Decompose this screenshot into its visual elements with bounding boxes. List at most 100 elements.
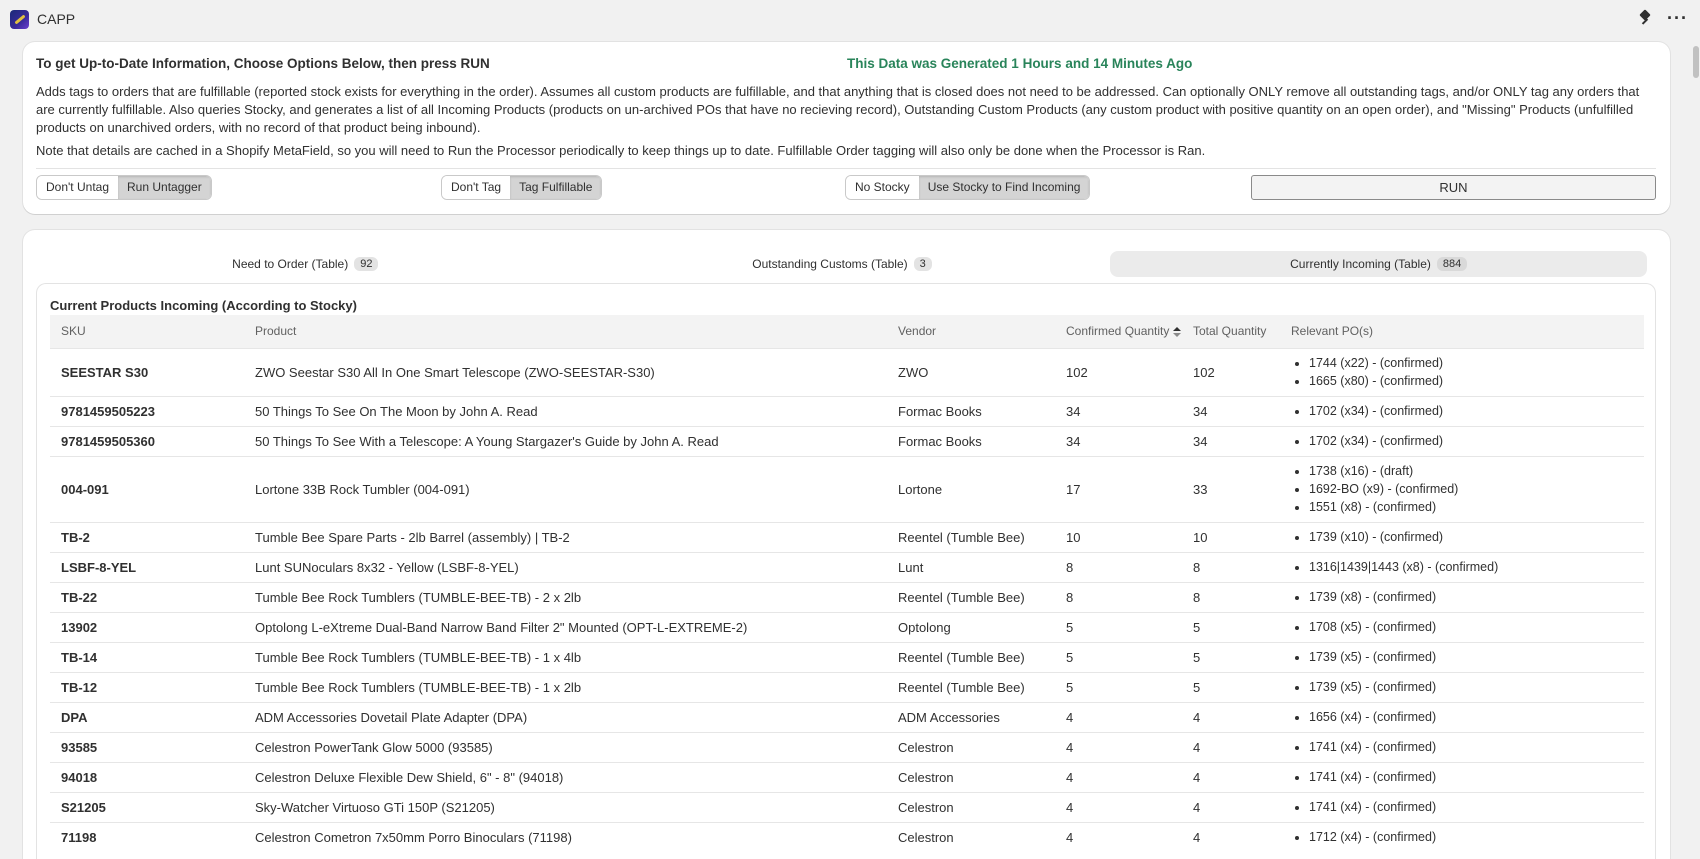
column-header-sku[interactable]: SKU <box>50 315 244 348</box>
tab-label: Currently Incoming (Table) <box>1290 257 1431 271</box>
cell-product: Tumble Bee Spare Parts - 2lb Barrel (ass… <box>244 521 887 552</box>
run-untagger-button[interactable]: Run Untagger <box>118 176 211 199</box>
po-list-item: 1665 (x80) - (confirmed) <box>1309 372 1644 390</box>
po-list: 1656 (x4) - (confirmed) <box>1291 708 1644 726</box>
cell-relevant-pos: 1741 (x4) - (confirmed) <box>1280 761 1644 792</box>
cell-sku: TB-2 <box>50 521 244 552</box>
cell-vendor: Lunt <box>887 551 1055 582</box>
tab-count-badge: 3 <box>913 257 932 271</box>
cell-sku: LSBF-8-YEL <box>50 551 244 582</box>
tab-label: Need to Order (Table) <box>232 257 349 271</box>
incoming-products-table: SKU Product Vendor Confirmed Quantity To… <box>50 315 1644 852</box>
sort-icon[interactable] <box>1173 326 1182 338</box>
column-header-relevant-pos[interactable]: Relevant PO(s) <box>1280 315 1644 348</box>
po-list: 1739 (x5) - (confirmed) <box>1291 678 1644 696</box>
cell-sku: TB-12 <box>50 671 244 702</box>
po-list-item: 1712 (x4) - (confirmed) <box>1309 828 1644 846</box>
cell-total-quantity: 4 <box>1182 821 1280 852</box>
cell-total-quantity: 34 <box>1182 425 1280 456</box>
po-list: 1712 (x4) - (confirmed) <box>1291 828 1644 846</box>
cell-confirmed-quantity: 5 <box>1055 611 1182 642</box>
po-list: 1739 (x5) - (confirmed) <box>1291 648 1644 666</box>
column-header-product[interactable]: Product <box>244 315 887 348</box>
options-card: To get Up-to-Date Information, Choose Op… <box>23 42 1670 214</box>
cell-relevant-pos: 1739 (x8) - (confirmed) <box>1280 581 1644 612</box>
po-list: 1741 (x4) - (confirmed) <box>1291 768 1644 786</box>
scrollbar-thumb[interactable] <box>1693 46 1699 78</box>
table-header-row: SKU Product Vendor Confirmed Quantity To… <box>50 315 1644 348</box>
cell-total-quantity: 5 <box>1182 671 1280 702</box>
table-row: LSBF-8-YEL Lunt SUNoculars 8x32 - Yellow … <box>50 551 1644 582</box>
cell-sku: S21205 <box>50 791 244 822</box>
cell-vendor: Lortone <box>887 455 1055 522</box>
cell-sku: TB-14 <box>50 641 244 672</box>
po-list: 1741 (x4) - (confirmed) <box>1291 798 1644 816</box>
table-row: SEESTAR S30 ZWO Seestar S30 All In One Sm… <box>50 347 1644 396</box>
cell-product: Celestron Deluxe Flexible Dew Shield, 6"… <box>244 761 887 792</box>
cell-relevant-pos: 1741 (x4) - (confirmed) <box>1280 731 1644 762</box>
po-list: 1708 (x5) - (confirmed) <box>1291 618 1644 636</box>
table-row: 9781459505360 50 Things To See With a Tel… <box>50 425 1644 456</box>
column-header-vendor[interactable]: Vendor <box>887 315 1055 348</box>
cell-product: Celestron PowerTank Glow 5000 (93585) <box>244 731 887 762</box>
cell-product: 50 Things To See With a Telescope: A You… <box>244 425 887 456</box>
page-scrollbar[interactable] <box>1690 38 1700 859</box>
cell-total-quantity: 5 <box>1182 641 1280 672</box>
tag-toggle-group: Don't Tag Tag Fulfillable <box>441 175 603 200</box>
no-stocky-button[interactable]: No Stocky <box>846 176 919 199</box>
app-logo-icon <box>10 9 29 29</box>
cell-product: Tumble Bee Rock Tumblers (TUMBLE-BEE-TB)… <box>244 641 887 672</box>
table-row: 71198 Celestron Cometron 7x50mm Porro Bin… <box>50 821 1644 852</box>
tab-count-badge: 884 <box>1436 257 1468 271</box>
app-title: CAPP <box>37 11 76 27</box>
options-description: Adds tags to orders that are fulfillable… <box>36 84 1640 135</box>
column-header-confirmed-quantity[interactable]: Confirmed Quantity <box>1055 315 1182 348</box>
more-actions-icon[interactable]: ··· <box>1667 9 1688 27</box>
pin-icon[interactable] <box>1637 9 1653 27</box>
cell-confirmed-quantity: 4 <box>1055 731 1182 762</box>
po-list-item: 1739 (x8) - (confirmed) <box>1309 588 1644 606</box>
cell-relevant-pos: 1739 (x5) - (confirmed) <box>1280 641 1644 672</box>
cell-product: ADM Accessories Dovetail Plate Adapter (… <box>244 701 887 732</box>
table-title: Current Products Incoming (According to … <box>50 298 357 313</box>
cell-total-quantity: 4 <box>1182 731 1280 762</box>
cell-relevant-pos: 1739 (x5) - (confirmed) <box>1280 671 1644 702</box>
po-list-item: 1692-BO (x9) - (confirmed) <box>1309 480 1644 498</box>
tag-fulfillable-button[interactable]: Tag Fulfillable <box>510 176 602 199</box>
tables-card: Need to Order (Table) 92 Outstanding Cus… <box>23 230 1670 859</box>
po-list-item: 1741 (x4) - (confirmed) <box>1309 738 1644 756</box>
cell-product: 50 Things To See On The Moon by John A. … <box>244 395 887 426</box>
cell-total-quantity: 4 <box>1182 761 1280 792</box>
cell-confirmed-quantity: 8 <box>1055 551 1182 582</box>
cell-confirmed-quantity: 4 <box>1055 821 1182 852</box>
po-list: 1738 (x16) - (draft)1692-BO (x9) - (conf… <box>1291 462 1644 516</box>
cell-confirmed-quantity: 4 <box>1055 761 1182 792</box>
cell-relevant-pos: 1702 (x34) - (confirmed) <box>1280 425 1644 456</box>
tab-count-badge: 92 <box>354 257 379 271</box>
cell-relevant-pos: 1708 (x5) - (confirmed) <box>1280 611 1644 642</box>
cell-product: ZWO Seestar S30 All In One Smart Telesco… <box>244 347 887 396</box>
incoming-table-panel: Current Products Incoming (According to … <box>36 283 1656 859</box>
use-stocky-button[interactable]: Use Stocky to Find Incoming <box>918 176 1090 199</box>
cell-confirmed-quantity: 5 <box>1055 671 1182 702</box>
tab-need-to-order[interactable]: Need to Order (Table) 92 <box>37 251 574 277</box>
table-row: TB-12 Tumble Bee Rock Tumblers (TUMBLE-BE… <box>50 671 1644 702</box>
table-row: S21205 Sky-Watcher Virtuoso GTi 150P (S21… <box>50 791 1644 822</box>
table-row: 9781459505223 50 Things To See On The Moo… <box>50 395 1644 426</box>
dont-untag-button[interactable]: Don't Untag <box>37 176 118 199</box>
column-header-total-quantity[interactable]: Total Quantity <box>1182 315 1280 348</box>
po-list: 1739 (x8) - (confirmed) <box>1291 588 1644 606</box>
cell-vendor: Reentel (Tumble Bee) <box>887 581 1055 612</box>
table-row: TB-22 Tumble Bee Rock Tumblers (TUMBLE-BE… <box>50 581 1644 612</box>
table-row: DPA ADM Accessories Dovetail Plate Adapte… <box>50 701 1644 732</box>
tab-outstanding-customs[interactable]: Outstanding Customs (Table) 3 <box>574 251 1111 277</box>
cell-sku: SEESTAR S30 <box>50 347 244 396</box>
cell-product: Tumble Bee Rock Tumblers (TUMBLE-BEE-TB)… <box>244 581 887 612</box>
tab-currently-incoming[interactable]: Currently Incoming (Table) 884 <box>1110 251 1648 277</box>
cell-relevant-pos: 1702 (x34) - (confirmed) <box>1280 395 1644 426</box>
po-list-item: 1702 (x34) - (confirmed) <box>1309 432 1644 450</box>
run-button[interactable]: RUN <box>1251 175 1656 200</box>
untag-toggle-group: Don't Untag Run Untagger <box>36 175 212 200</box>
dont-tag-button[interactable]: Don't Tag <box>442 176 511 199</box>
cell-product: Celestron Cometron 7x50mm Porro Binocula… <box>244 821 887 852</box>
